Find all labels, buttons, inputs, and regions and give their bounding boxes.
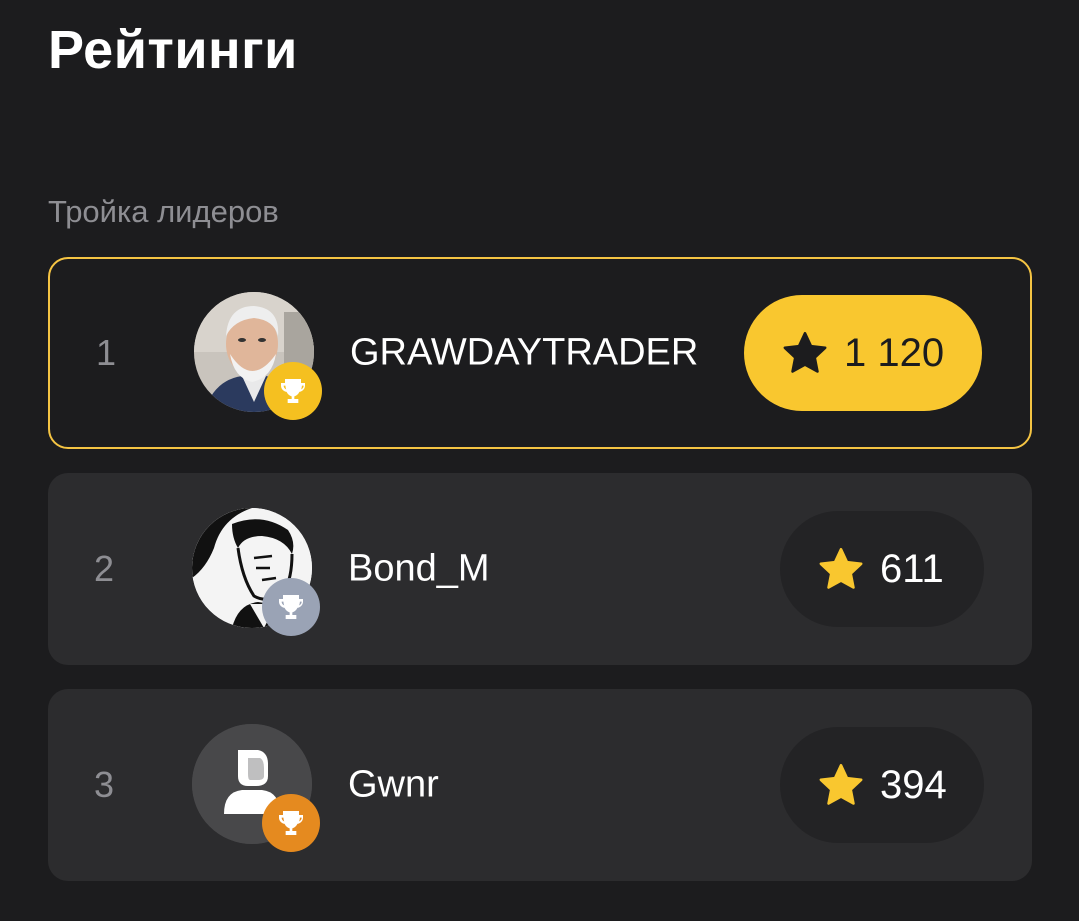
leaderboard-row-1[interactable]: 1 GRAWDAYTRADER 1 120 [48, 257, 1032, 449]
score-value: 611 [880, 547, 944, 591]
username: Gwnr [348, 763, 439, 806]
page-title: Рейтинги [48, 20, 298, 80]
gold-trophy-icon [264, 362, 322, 420]
rank-number: 1 [96, 332, 117, 373]
score-badge: 611 [780, 511, 984, 627]
rank-number: 2 [94, 548, 115, 589]
section-label-top-three: Тройка лидеров [48, 194, 279, 229]
score-badge: 1 120 [744, 295, 982, 411]
leaderboard-row-3[interactable]: 3 Gwnr 394 [48, 689, 1032, 881]
silver-trophy-icon [262, 578, 320, 636]
user-avatar[interactable] [192, 508, 320, 636]
rank-number: 3 [94, 764, 115, 805]
star-icon [819, 763, 863, 805]
star-icon [819, 547, 863, 589]
score-badge: 394 [780, 727, 984, 843]
user-avatar[interactable] [194, 292, 322, 420]
score-value: 394 [880, 763, 947, 807]
username: GRAWDAYTRADER [350, 331, 699, 374]
bronze-trophy-icon [262, 794, 320, 852]
username: Bond_M [348, 547, 490, 590]
score-value: 1 120 [844, 331, 945, 375]
leaderboard-row-2[interactable]: 2 Bond_M 611 [48, 473, 1032, 665]
star-icon [783, 331, 827, 373]
user-avatar[interactable] [192, 724, 320, 852]
